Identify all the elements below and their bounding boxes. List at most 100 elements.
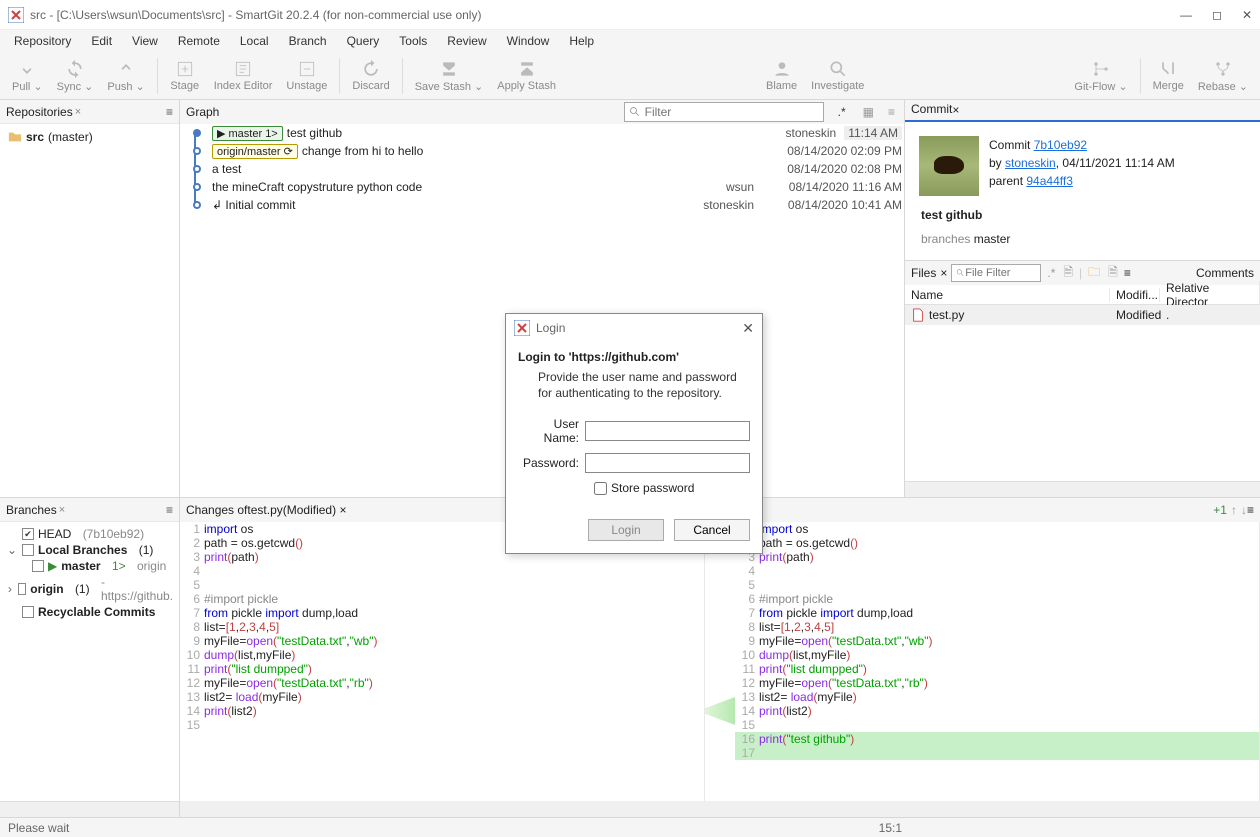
col-name[interactable]: Name — [905, 288, 1110, 302]
close-panel-icon[interactable]: × — [940, 266, 947, 280]
graph-opt-icon[interactable]: ▦ — [863, 105, 874, 119]
unstage-button[interactable]: Unstage — [280, 55, 333, 97]
branch-local[interactable]: ⌄Local Branches (1) — [4, 542, 175, 558]
code-line: 12myFile=open("testData.txt","rb") — [180, 676, 704, 690]
gitflow-button[interactable]: Git-Flow ⌄ — [1068, 55, 1133, 97]
close-icon[interactable]: ✕ — [742, 320, 754, 337]
code-line: 8list=[1,2,3,4,5] — [180, 620, 704, 634]
menu-local[interactable]: Local — [232, 32, 277, 50]
apply-stash-button[interactable]: Apply Stash — [491, 55, 562, 97]
regex-toggle[interactable]: .* — [1045, 266, 1057, 280]
branch-recyclable[interactable]: Recyclable Commits — [4, 604, 175, 620]
commit-row[interactable]: ↲ Initial commitstoneskin08/14/2020 10:4… — [180, 196, 904, 214]
investigate-button[interactable]: Investigate — [805, 55, 870, 97]
file-filter-input[interactable] — [965, 267, 1036, 279]
checkbox-icon[interactable] — [22, 606, 34, 618]
push-button[interactable]: Push ⌄ — [101, 55, 150, 97]
close-panel-icon[interactable]: × — [952, 103, 959, 117]
maximize-button[interactable]: ◻ — [1212, 8, 1222, 22]
commit-subject: test github — [921, 208, 1244, 222]
index-editor-button[interactable]: Index Editor — [208, 55, 279, 97]
branch-origin[interactable]: ›origin (1) - https://github. — [4, 574, 175, 604]
menu-query[interactable]: Query — [339, 32, 388, 50]
discard-button[interactable]: Discard — [346, 55, 395, 97]
menu-review[interactable]: Review — [439, 32, 494, 50]
comments-tab[interactable]: Comments — [1196, 266, 1254, 280]
rebase-button[interactable]: Rebase ⌄ — [1192, 55, 1254, 97]
author-link[interactable]: stoneskin — [1005, 156, 1056, 170]
code-line: 2path = os.getcwd() — [735, 536, 1259, 550]
merge-button[interactable]: Merge — [1147, 55, 1190, 97]
menu-window[interactable]: Window — [499, 32, 558, 50]
password-input[interactable] — [585, 453, 750, 473]
menu-help[interactable]: Help — [561, 32, 602, 50]
commit-date: 08/14/2020 02:09 PM — [762, 144, 902, 158]
graph-filter[interactable] — [624, 102, 824, 122]
commit-row[interactable]: ▶ master 1>test githubstoneskin11:14 AM — [180, 124, 904, 142]
repository-item[interactable]: src (master) — [4, 128, 175, 146]
code-line: 13list2= load(myFile) — [735, 690, 1259, 704]
close-panel-icon[interactable]: × — [59, 504, 65, 516]
hamburger-icon[interactable]: ≡ — [166, 503, 173, 517]
hamburger-icon[interactable]: ≡ — [166, 105, 173, 119]
hamburger-icon[interactable]: ≡ — [1124, 266, 1131, 280]
close-panel-icon[interactable]: × — [75, 106, 81, 118]
scrollbar[interactable] — [0, 801, 179, 817]
commit-panel-header: Commit × — [905, 100, 1260, 122]
commit-hash-link[interactable]: 7b10eb92 — [1034, 138, 1087, 152]
scrollbar[interactable] — [905, 481, 1260, 497]
file-row[interactable]: test.py Modified . — [905, 305, 1260, 325]
col-modified[interactable]: Modifi... — [1110, 288, 1160, 302]
branch-head[interactable]: HEAD (7b10eb92) — [4, 526, 175, 542]
code-line: 9myFile=open("testData.txt","wb") — [735, 634, 1259, 648]
regex-toggle[interactable]: .* — [838, 105, 846, 119]
menu-edit[interactable]: Edit — [83, 32, 120, 50]
branch-master[interactable]: ▶master 1> origin — [4, 558, 175, 574]
avatar — [919, 136, 979, 196]
checkbox-icon[interactable] — [22, 528, 34, 540]
stage-button[interactable]: Stage — [164, 55, 206, 97]
branches-header: Branches × ≡ — [0, 498, 179, 522]
close-panel-icon[interactable]: × — [336, 503, 346, 517]
file-opt2-icon[interactable]: 🗎 — [1106, 263, 1120, 284]
checkbox-icon[interactable] — [18, 583, 26, 595]
diff-left-pane[interactable]: 1import os2path = os.getcwd()3print(path… — [180, 522, 705, 801]
folder-icon[interactable]: 🗀 — [1086, 263, 1102, 284]
app-icon — [514, 320, 530, 336]
blame-button[interactable]: Blame — [760, 55, 803, 97]
parent-hash-link[interactable]: 94a44ff3 — [1026, 174, 1073, 188]
store-password-label: Store password — [611, 481, 694, 495]
sync-button[interactable]: Sync ⌄ — [51, 55, 100, 97]
graph-opt2-icon[interactable]: ≡ — [888, 105, 895, 119]
branches-tree: HEAD (7b10eb92) ⌄Local Branches (1) ▶mas… — [0, 522, 179, 801]
prev-change-icon[interactable]: ↑ — [1231, 503, 1237, 517]
code-line: 8list=[1,2,3,4,5] — [735, 620, 1259, 634]
login-button[interactable]: Login — [588, 519, 664, 541]
menu-remote[interactable]: Remote — [170, 32, 228, 50]
graph-filter-input[interactable] — [645, 105, 819, 119]
hamburger-icon[interactable]: ≡ — [1247, 503, 1254, 517]
menu-view[interactable]: View — [124, 32, 166, 50]
save-stash-button[interactable]: Save Stash ⌄ — [409, 55, 490, 97]
checkbox-icon[interactable] — [32, 560, 44, 572]
file-opt-icon[interactable]: 🗎 — [1061, 263, 1075, 284]
code-line: 15 — [180, 718, 704, 732]
store-password-checkbox[interactable] — [594, 482, 607, 495]
pull-button[interactable]: Pull ⌄ — [6, 55, 49, 97]
scrollbar[interactable] — [180, 801, 1260, 817]
menu-branch[interactable]: Branch — [281, 32, 335, 50]
username-input[interactable] — [585, 421, 750, 441]
minimize-button[interactable]: — — [1180, 8, 1192, 22]
commit-row[interactable]: the mineCraft copystruture python codews… — [180, 178, 904, 196]
code-line: 3print(path) — [735, 550, 1259, 564]
diff-right-pane[interactable]: 1import os2path = os.getcwd()3print(path… — [735, 522, 1260, 801]
menu-repository[interactable]: Repository — [6, 32, 79, 50]
file-filter[interactable] — [951, 264, 1041, 282]
cancel-button[interactable]: Cancel — [674, 519, 750, 541]
close-button[interactable]: ✕ — [1242, 8, 1252, 22]
commit-message: change from hi to hello — [302, 144, 682, 158]
commit-row[interactable]: origin/master ⟳change from hi to hello08… — [180, 142, 904, 160]
commit-row[interactable]: a test08/14/2020 02:08 PM — [180, 160, 904, 178]
checkbox-icon[interactable] — [22, 544, 34, 556]
menu-tools[interactable]: Tools — [391, 32, 435, 50]
